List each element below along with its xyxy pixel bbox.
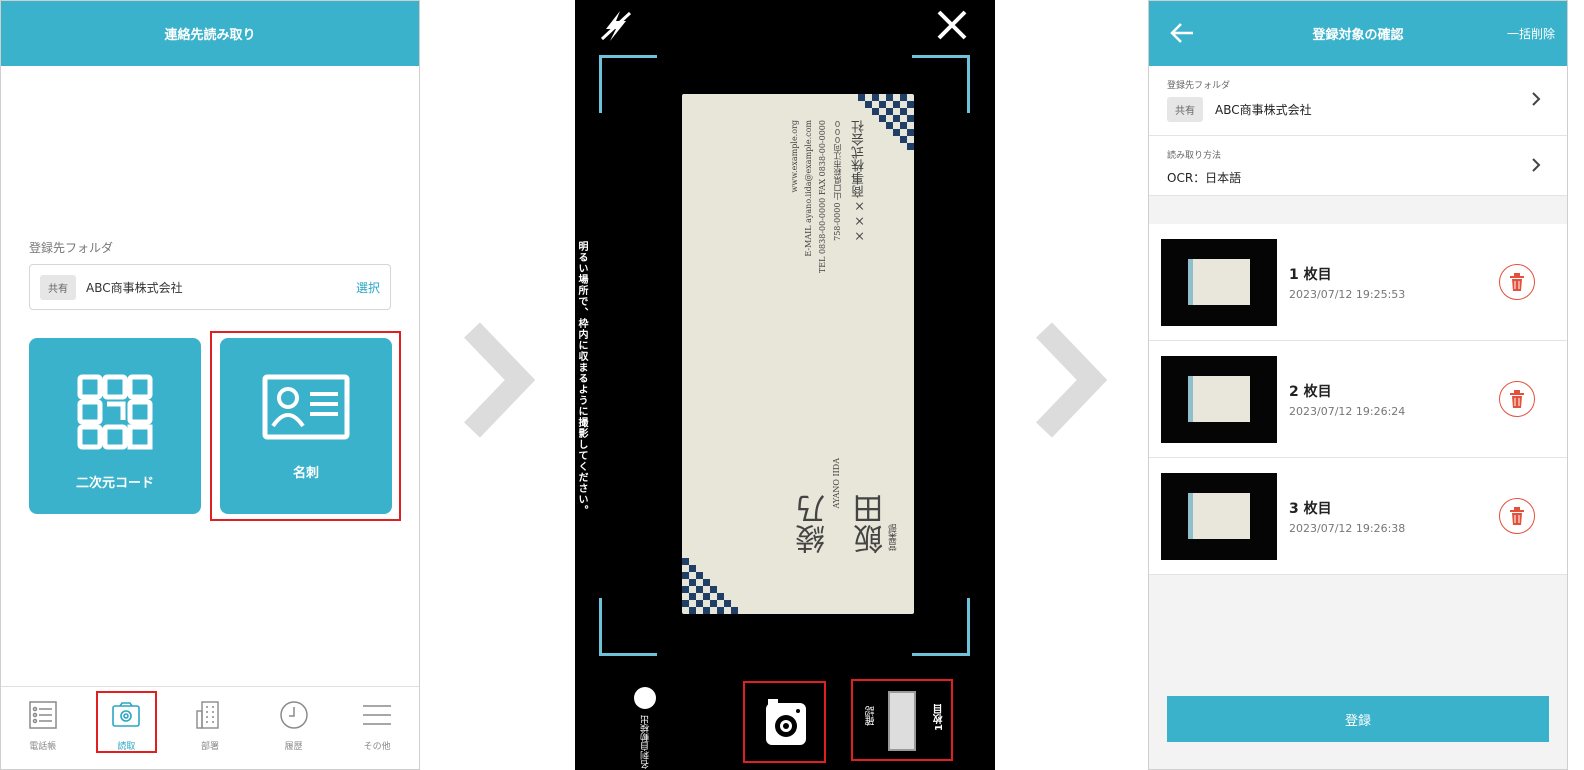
app-bar: 連絡先読み取り bbox=[1, 1, 419, 66]
card-company: ×××商事株式会社 bbox=[852, 120, 867, 243]
capture-thumbnail bbox=[1161, 238, 1277, 326]
frame-corner bbox=[599, 598, 657, 656]
nav-label: 部署 bbox=[200, 742, 219, 752]
item-date: 2023/07/12 19:26:24 bbox=[1289, 404, 1406, 418]
screen-camera: ×××商事株式会社 758-0000 山口県萩市江向０００ TEL 0838-0… bbox=[575, 0, 995, 770]
item-date: 2023/07/12 19:25:53 bbox=[1289, 287, 1406, 301]
app-bar: 登録対象の確認 一括削除 bbox=[1149, 1, 1567, 66]
list-item[interactable]: 1 枚目 2023/07/12 19:25:53 bbox=[1149, 224, 1567, 341]
folder-name: ABC商事株式会社 bbox=[86, 280, 183, 295]
nav-department[interactable]: 部署 bbox=[168, 687, 252, 769]
list-item[interactable]: 3 枚目 2023/07/12 19:26:38 bbox=[1149, 458, 1567, 575]
page-title: 連絡先読み取り bbox=[164, 28, 256, 43]
delete-button[interactable] bbox=[1499, 264, 1535, 300]
auto-detect-label: 名刺自動検出 bbox=[640, 715, 651, 769]
chevron-right-icon bbox=[1036, 322, 1108, 438]
screen-contact-reader: 連絡先読み取り 登録先フォルダ 共有 ABC商事株式会社 選択 二次元コード 名… bbox=[0, 0, 420, 770]
highlight-box bbox=[210, 331, 401, 521]
frame-corner bbox=[912, 55, 970, 113]
card-address: 758-0000 山口県萩市江向０００ bbox=[833, 120, 842, 241]
folder-setting-row[interactable]: 登録先フォルダ 共有 ABC商事株式会社 bbox=[1149, 66, 1567, 136]
capture-guide-text: 明るい場所で、枠内に収まるように撮影してください。 bbox=[576, 241, 587, 516]
highlight-box bbox=[743, 681, 826, 763]
shared-tag: 共有 bbox=[1167, 97, 1203, 122]
card-department: 営業部 bbox=[889, 524, 899, 551]
register-button[interactable]: 登録 bbox=[1167, 696, 1549, 742]
trash-icon bbox=[1510, 390, 1524, 408]
frame-corner bbox=[912, 598, 970, 656]
item-title: 1 枚目 bbox=[1289, 266, 1332, 283]
method-value: OCR：日本語 bbox=[1167, 171, 1242, 185]
menu-icon bbox=[363, 705, 392, 725]
item-title: 2 枚目 bbox=[1289, 383, 1332, 400]
capture-thumbnail bbox=[1161, 472, 1277, 560]
read-method-row[interactable]: 読み取り方法 OCR：日本語 bbox=[1149, 136, 1567, 196]
capture-thumbnail bbox=[1161, 355, 1277, 443]
building-icon bbox=[196, 701, 219, 729]
auto-detect-toggle[interactable]: 名刺自動検出 bbox=[634, 687, 656, 769]
item-date: 2023/07/12 19:26:38 bbox=[1289, 521, 1406, 535]
folder-label: 登録先フォルダ bbox=[1167, 81, 1231, 91]
card-email: E-MAIL ayano.iida@example.com bbox=[804, 120, 813, 257]
delete-button[interactable] bbox=[1499, 381, 1535, 417]
frame-corner bbox=[599, 55, 657, 113]
chevron-right-icon bbox=[1532, 158, 1541, 172]
nav-phonebook[interactable]: 電話帳 bbox=[1, 687, 85, 769]
screen-confirm-targets: 登録対象の確認 一括削除 登録先フォルダ 共有 ABC商事株式会社 読み取り方法… bbox=[1148, 0, 1568, 770]
list-item[interactable]: 2 枚目 2023/07/12 19:26:24 bbox=[1149, 341, 1567, 458]
checker-pattern bbox=[682, 558, 738, 614]
chevron-right-icon bbox=[1532, 92, 1541, 106]
item-title: 3 枚目 bbox=[1289, 500, 1332, 517]
nav-label: その他 bbox=[363, 742, 391, 752]
nav-label: 電話帳 bbox=[29, 742, 57, 752]
nav-label: 履歴 bbox=[284, 742, 303, 752]
trash-icon bbox=[1510, 273, 1524, 291]
select-folder-link[interactable]: 選択 bbox=[356, 279, 380, 296]
bulk-delete-button[interactable]: 一括削除 bbox=[1507, 25, 1555, 42]
qr-code-icon bbox=[77, 374, 153, 450]
nav-history[interactable]: 履歴 bbox=[252, 687, 336, 769]
business-card-preview: ×××商事株式会社 758-0000 山口県萩市江向０００ TEL 0838-0… bbox=[682, 94, 914, 614]
folder-name: ABC商事株式会社 bbox=[1215, 103, 1312, 117]
card-given-name: 綾乃 bbox=[796, 494, 831, 554]
bottom-navigation: 電話帳 読取 部署 履歴 その他 bbox=[1, 686, 419, 769]
shared-tag: 共有 bbox=[40, 274, 76, 300]
card-web: www.example.org bbox=[790, 120, 799, 193]
close-icon[interactable] bbox=[936, 9, 968, 41]
card-tel: TEL 0838-00-0000 FAX 0838-00-0000 bbox=[818, 120, 827, 274]
flash-off-icon[interactable] bbox=[598, 9, 634, 43]
method-label: 読み取り方法 bbox=[1167, 151, 1222, 161]
trash-icon bbox=[1510, 507, 1524, 525]
clock-icon bbox=[279, 701, 308, 729]
qr-code-label: 二次元コード bbox=[75, 476, 154, 491]
nav-other[interactable]: その他 bbox=[335, 687, 419, 769]
folder-selector[interactable]: 共有 ABC商事株式会社 選択 bbox=[29, 264, 391, 310]
phonebook-icon bbox=[29, 701, 57, 729]
qr-code-tile[interactable]: 二次元コード bbox=[29, 338, 201, 514]
chevron-right-icon bbox=[464, 322, 536, 438]
highlight-box bbox=[851, 679, 953, 761]
delete-button[interactable] bbox=[1499, 498, 1535, 534]
back-arrow-icon[interactable] bbox=[1169, 21, 1195, 45]
highlight-box bbox=[96, 691, 157, 753]
folder-label: 登録先フォルダ bbox=[29, 241, 114, 255]
page-title: 登録対象の確認 bbox=[1312, 28, 1404, 43]
capture-list: 1 枚目 2023/07/12 19:25:53 2 枚目 2023/07/12… bbox=[1149, 224, 1567, 575]
toggle-knob bbox=[634, 687, 656, 709]
